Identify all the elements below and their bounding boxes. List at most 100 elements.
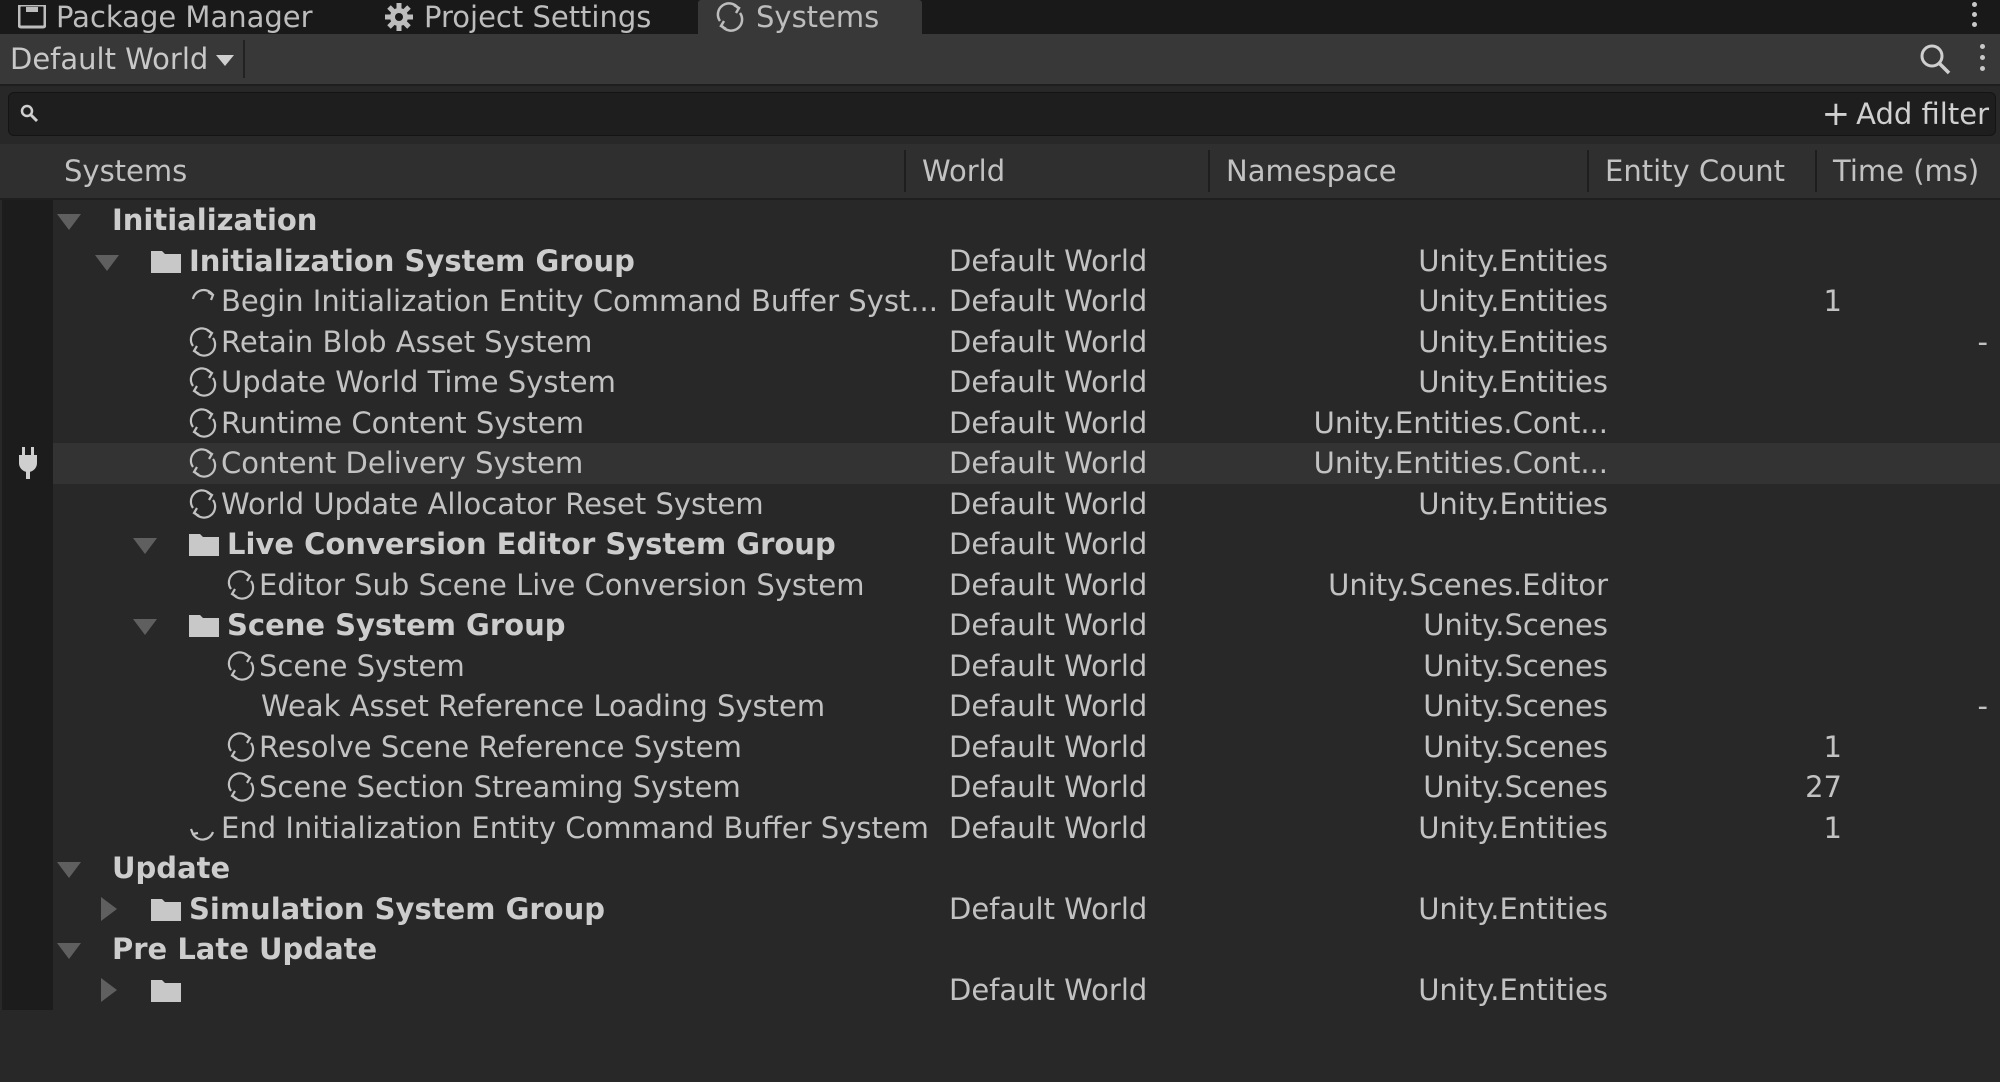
tree-row-live-conversion-group[interactable]: Live Conversion Editor System Group Defa…: [53, 524, 2000, 565]
namespace-cell: Unity.Scenes: [1423, 770, 1608, 805]
column-resize-handle[interactable]: [1587, 150, 1589, 192]
entity-count-cell: 1: [1823, 729, 1842, 764]
world-cell: Default World: [949, 770, 1148, 805]
tab-menu-kebab-icon[interactable]: [1970, 2, 1978, 30]
namespace-cell: Unity.Entities: [1418, 284, 1608, 319]
tab-systems[interactable]: Systems: [698, 0, 922, 34]
tree-row-group[interactable]: Default World Unity.Entities: [53, 970, 2000, 1011]
world-cell: Default World: [949, 243, 1148, 278]
world-cell: Default World: [949, 527, 1148, 562]
tree-row-system-selected[interactable]: Content Delivery System Default World Un…: [53, 443, 2000, 484]
tab-label: Systems: [756, 0, 880, 34]
gear-icon: [385, 3, 413, 31]
toolbar-divider: [243, 40, 245, 78]
world-cell: Default World: [949, 324, 1148, 359]
tab-label: Package Manager: [56, 0, 313, 34]
namespace-cell: Unity.Scenes: [1423, 608, 1608, 643]
tree-row-system[interactable]: Editor Sub Scene Live Conversion System …: [53, 565, 2000, 606]
tree-row-system[interactable]: Resolve Scene Reference System Default W…: [53, 727, 2000, 768]
namespace-cell: Unity.Scenes: [1423, 729, 1608, 764]
tree-row-initialization[interactable]: Initialization: [53, 200, 2000, 241]
tree-row-system[interactable]: Runtime Content System Default World Uni…: [53, 403, 2000, 444]
expand-arrow-icon[interactable]: [133, 538, 157, 554]
namespace-cell: Unity.Entities: [1418, 972, 1608, 1007]
tree-row-update[interactable]: Update: [53, 848, 2000, 889]
column-header-entity-count[interactable]: Entity Count: [1605, 144, 1785, 198]
namespace-cell: Unity.Scenes: [1423, 689, 1608, 724]
tree-row-pre-late-update[interactable]: Pre Late Update: [53, 929, 2000, 970]
tree-row-scene-system-group[interactable]: Scene System Group Default World Unity.S…: [53, 605, 2000, 646]
tree-row-system[interactable]: Update World Time System Default World U…: [53, 362, 2000, 403]
tree-row-system[interactable]: Scene System Default World Unity.Scenes: [53, 646, 2000, 687]
tree-row-system[interactable]: Weak Asset Reference Loading System Defa…: [53, 686, 2000, 727]
world-cell: Default World: [949, 648, 1148, 683]
plug-icon: [19, 447, 37, 479]
world-cell: Default World: [949, 810, 1148, 845]
tab-package-manager[interactable]: Package Manager: [18, 0, 313, 34]
world-cell: Default World: [949, 567, 1148, 602]
entity-count-cell: 1: [1823, 810, 1842, 845]
folder-icon: [189, 615, 219, 638]
add-filter-label: Add filter: [1856, 97, 1989, 131]
world-cell: Default World: [949, 486, 1148, 521]
tab-project-settings[interactable]: Project Settings: [384, 0, 651, 34]
system-icon: [189, 448, 217, 478]
chevron-down-icon: [216, 54, 235, 66]
command-buffer-end-icon: [189, 828, 215, 841]
namespace-cell: Unity.Entities: [1418, 365, 1608, 400]
collapse-arrow-icon[interactable]: [101, 977, 117, 1002]
column-header-world[interactable]: World: [922, 144, 1005, 198]
world-cell: Default World: [949, 891, 1148, 926]
system-icon: [227, 651, 255, 681]
column-resize-handle[interactable]: [904, 150, 906, 192]
system-icon: [189, 489, 217, 519]
namespace-cell: Unity.Entities.Cont...: [1313, 446, 1608, 481]
column-resize-handle[interactable]: [1208, 150, 1210, 192]
tree-row-system[interactable]: Retain Blob Asset System Default World U…: [53, 322, 2000, 363]
column-header-namespace[interactable]: Namespace: [1226, 144, 1397, 198]
expand-arrow-icon[interactable]: [95, 254, 119, 271]
world-cell: Default World: [949, 689, 1148, 724]
tree-row-simulation-system-group[interactable]: Simulation System Group Default World Un…: [53, 889, 2000, 930]
folder-icon: [151, 250, 181, 273]
folder-icon: [151, 979, 181, 1002]
time-cell: -: [1977, 689, 1988, 724]
tree-row-system[interactable]: Scene Section Streaming System Default W…: [53, 767, 2000, 808]
search-icon: [20, 104, 39, 123]
expand-arrow-icon[interactable]: [57, 214, 81, 230]
search-icon[interactable]: [1918, 42, 1952, 76]
system-icon: [189, 327, 217, 357]
toolbar-kebab-icon[interactable]: [1978, 44, 1988, 74]
entity-count-cell: 1: [1823, 284, 1842, 319]
folder-icon: [151, 898, 181, 921]
column-resize-handle[interactable]: [1815, 150, 1817, 192]
namespace-cell: Unity.Scenes.Editor: [1328, 567, 1608, 602]
world-cell: Default World: [949, 284, 1148, 319]
command-buffer-begin-icon: [191, 289, 215, 301]
row-gutter: [2, 200, 53, 1010]
namespace-cell: Unity.Entities: [1418, 243, 1608, 278]
world-cell: Default World: [949, 729, 1148, 764]
tree-row-initialization-system-group[interactable]: Initialization System Group Default Worl…: [53, 241, 2000, 282]
world-cell: Default World: [949, 608, 1148, 643]
column-header-systems[interactable]: Systems: [64, 144, 187, 198]
tree-row-system[interactable]: End Initialization Entity Command Buffer…: [53, 808, 2000, 849]
tree-row-system[interactable]: World Update Allocator Reset System Defa…: [53, 484, 2000, 525]
namespace-cell: Unity.Entities: [1418, 810, 1608, 845]
search-input[interactable]: [51, 97, 1835, 133]
world-dropdown[interactable]: Default World: [10, 38, 235, 80]
expand-arrow-icon[interactable]: [57, 943, 81, 959]
expand-arrow-icon[interactable]: [133, 619, 157, 635]
system-icon: [227, 732, 255, 762]
expand-arrow-icon[interactable]: [57, 862, 81, 878]
collapse-arrow-icon[interactable]: [101, 896, 117, 921]
add-filter-button[interactable]: + Add filter: [1822, 95, 1989, 133]
namespace-cell: Unity.Entities: [1418, 324, 1608, 359]
world-cell: Default World: [949, 972, 1148, 1007]
world-cell: Default World: [949, 405, 1148, 440]
tree-row-system[interactable]: Begin Initialization Entity Command Buff…: [53, 281, 2000, 322]
world-cell: Default World: [949, 446, 1148, 481]
search-field: + Add filter: [8, 92, 1996, 136]
column-header-time-ms[interactable]: Time (ms): [1833, 144, 1979, 198]
system-icon: [189, 408, 217, 438]
